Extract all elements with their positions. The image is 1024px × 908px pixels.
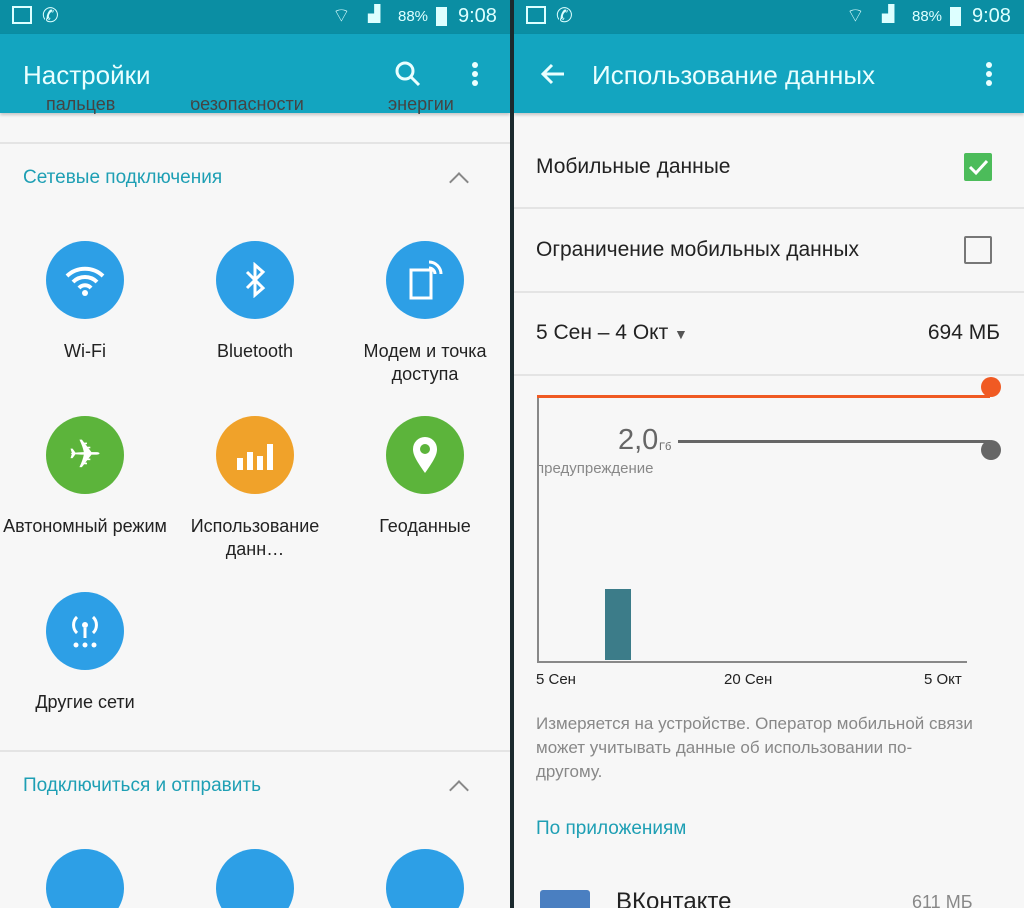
tile-airplane[interactable]: ✈ Автономный режим xyxy=(0,416,170,538)
tile-label: Bluetooth xyxy=(216,341,294,361)
x-tick: 20 Сен xyxy=(724,671,773,688)
settings-panel: ✆ ⌔ ▟ 88% 9:08 Настройки пальцев безопас… xyxy=(0,0,510,908)
measurement-note: Измеряется на устройстве. Оператор мобил… xyxy=(536,714,973,781)
other-networks-icon xyxy=(46,592,124,670)
gallery-icon xyxy=(12,6,32,24)
section-connect-share: Подключиться и отправить xyxy=(23,775,261,796)
mobile-data-checkbox[interactable] xyxy=(964,153,992,181)
tile-data-usage[interactable]: Исполь­зование данн… xyxy=(170,416,340,561)
app-usage: 611 МБ xyxy=(912,892,973,908)
x-axis xyxy=(537,661,967,663)
period-dropdown[interactable]: 5 Сен – 4 Окт ▼ xyxy=(536,321,688,345)
battery-percent: 88% xyxy=(398,8,429,25)
data-usage-icon xyxy=(216,416,294,494)
data-usage-panel: ✆ ⌔ ▟ 88% 9:08 Использование данных Моби… xyxy=(514,0,1024,908)
gallery-icon xyxy=(526,6,546,24)
tile-label: Автономный режим xyxy=(3,516,167,536)
by-apps-header: По приложениям xyxy=(536,818,687,839)
status-bar: ✆ ⌔ ▟ 88% 9:08 xyxy=(0,0,510,34)
airplane-icon: ✈ xyxy=(46,416,124,494)
call-icon: ✆ xyxy=(556,5,573,27)
warning-unit: Гб xyxy=(659,441,672,453)
warning-value: 2,0 xyxy=(618,424,659,456)
back-arrow-icon[interactable] xyxy=(540,62,566,86)
call-icon: ✆ xyxy=(42,5,59,27)
y-axis xyxy=(537,396,539,662)
nearby-scan-icon[interactable] xyxy=(216,849,294,908)
nfc-icon[interactable] xyxy=(46,849,124,908)
limit-data-label: Ограничение мобильных данных xyxy=(536,238,859,261)
total-usage: 694 МБ xyxy=(927,321,1000,344)
printer-icon[interactable] xyxy=(386,849,464,908)
clock: 9:08 xyxy=(458,5,497,27)
tile-label: Модем и точка доступа xyxy=(363,341,487,384)
app-row-vk[interactable]: ВКонтакте 611 МБ xyxy=(514,880,1024,908)
vk-app-icon xyxy=(540,890,590,908)
signal-icon: ▟ xyxy=(368,6,381,23)
signal-icon: ▟ xyxy=(882,6,895,23)
x-tick: 5 Окт xyxy=(924,671,962,688)
bluetooth-icon xyxy=(216,241,294,319)
x-tick: 5 Сен xyxy=(536,671,576,688)
app-name: ВКонтакте xyxy=(616,888,732,908)
tile-other-networks[interactable]: Другие сети xyxy=(0,592,170,714)
tile-wifi[interactable]: Wi-Fi xyxy=(0,241,170,363)
hotspot-icon xyxy=(386,241,464,319)
status-bar: ✆ ⌔ ▟ 88% 9:08 xyxy=(514,0,1024,34)
page-title: Использование данных xyxy=(592,60,876,90)
wifi-icon: ⌔ xyxy=(332,5,351,27)
mobile-data-label: Мобильные данные xyxy=(536,155,731,178)
search-icon[interactable] xyxy=(394,60,422,88)
limit-line xyxy=(537,395,990,398)
usage-bar xyxy=(605,589,631,660)
cut-label: энергии xyxy=(388,100,454,114)
limit-data-checkbox[interactable] xyxy=(964,236,992,264)
battery-icon xyxy=(950,7,961,26)
collapse-chevron-icon[interactable] xyxy=(449,172,469,192)
wifi-icon: ⌔ xyxy=(846,5,865,27)
wifi-icon xyxy=(46,241,124,319)
warning-label: предупреждение xyxy=(536,460,654,477)
limit-handle[interactable] xyxy=(981,377,1001,397)
collapse-chevron-icon[interactable] xyxy=(449,780,469,800)
section-network: Сетевые подключения xyxy=(23,167,223,188)
tile-bluetooth[interactable]: Bluetooth xyxy=(170,241,340,363)
battery-percent: 88% xyxy=(912,8,943,25)
clock: 9:08 xyxy=(972,5,1011,27)
location-icon xyxy=(386,416,464,494)
dropdown-arrow-icon: ▼ xyxy=(674,326,688,342)
app-bar: Использование данных xyxy=(514,34,1024,113)
tile-label: Геоданные xyxy=(379,516,471,536)
more-options-icon[interactable] xyxy=(470,61,480,89)
tile-location[interactable]: Геоданные xyxy=(340,416,510,538)
more-options-icon[interactable] xyxy=(984,61,994,89)
tile-hotspot[interactable]: Модем и точка доступа xyxy=(340,241,510,386)
battery-icon xyxy=(436,7,447,26)
warning-line xyxy=(678,440,990,443)
page-title: Настройки xyxy=(23,60,151,90)
cut-label: безопасности xyxy=(190,100,304,114)
tile-label: Wi-Fi xyxy=(64,341,106,361)
period-value: 5 Сен – 4 Окт xyxy=(536,321,669,344)
tile-label: Другие сети xyxy=(35,692,135,712)
cut-label: пальцев xyxy=(46,100,116,114)
tile-label: Исполь­зование данн… xyxy=(190,516,320,559)
warning-handle[interactable] xyxy=(981,440,1001,460)
